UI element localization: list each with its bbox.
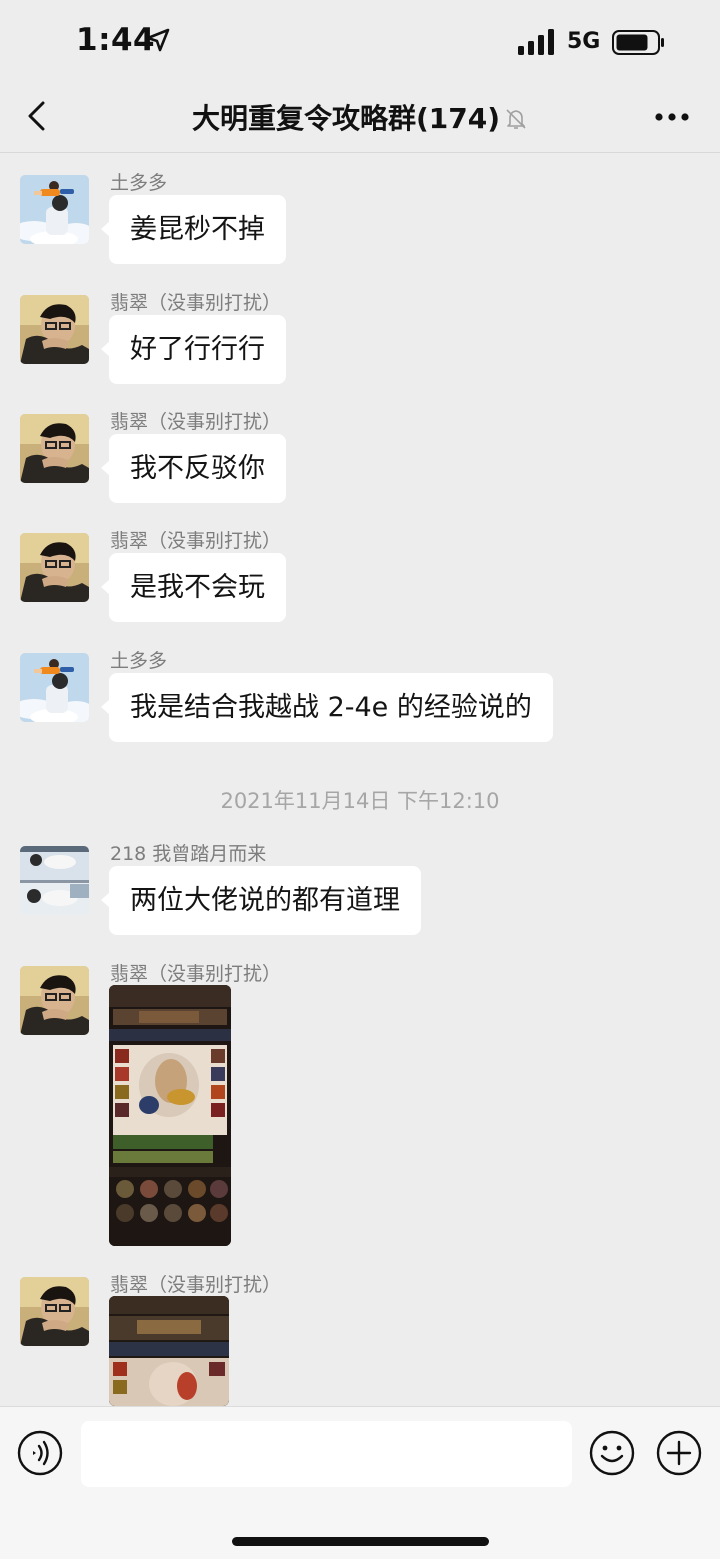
message-bubble[interactable]: 我是结合我越战 2-4e 的经验说的 [101,673,553,742]
avatar[interactable] [20,653,89,722]
home-indicator [232,1537,489,1546]
muted-bell-icon [506,109,526,129]
status-time: 1:44 [76,22,156,58]
sender-name: 翡翠（没事别打扰） [110,292,282,314]
message-bubble[interactable]: 好了行行行 [101,315,286,384]
message-bubble[interactable]: 姜昆秒不掉 [101,195,286,264]
more-options-icon[interactable] [654,112,690,122]
network-type: 5G [567,29,601,54]
avatar[interactable] [20,533,89,602]
chat-title: 大明重复令攻略群(174) [191,102,501,135]
chat-title-area: 大明重复令攻略群(174) [0,97,720,137]
status-bar: 1:44 5G [0,0,720,80]
image-message[interactable] [109,1296,229,1406]
sender-name: 土多多 [110,172,168,194]
sender-name: 翡翠（没事别打扰） [110,530,282,552]
battery-icon [612,30,664,55]
message-bubble[interactable]: 我不反驳你 [101,434,286,503]
image-message[interactable] [109,985,231,1246]
voice-input-icon[interactable] [17,1430,63,1476]
message-input[interactable] [81,1421,572,1487]
game-screenshot-thumbnail [109,1296,229,1406]
avatar[interactable] [20,175,89,244]
add-attachment-icon[interactable] [656,1430,702,1476]
avatar[interactable] [20,295,89,364]
game-screenshot-thumbnail [109,985,231,1246]
cellular-signal-icon [518,29,554,55]
avatar[interactable] [20,414,89,483]
chat-header: 大明重复令攻略群(174) [0,80,720,153]
avatar[interactable] [20,966,89,1035]
chat-timestamp: 2021年11月14日 下午12:10 [220,789,500,813]
emoji-icon[interactable] [589,1430,635,1476]
sender-name: 翡翠（没事别打扰） [110,963,282,985]
input-bar [0,1406,720,1559]
avatar[interactable] [20,846,89,915]
sender-name: 翡翠（没事别打扰） [110,411,282,433]
message-bubble[interactable]: 两位大佬说的都有道理 [101,866,421,935]
sender-name: 土多多 [110,650,168,672]
location-arrow-icon [146,28,170,52]
message-bubble[interactable]: 是我不会玩 [101,553,286,622]
avatar[interactable] [20,1277,89,1346]
sender-name: 218 我曾踏月而来 [110,843,267,865]
sender-name: 翡翠（没事别打扰） [110,1274,282,1296]
